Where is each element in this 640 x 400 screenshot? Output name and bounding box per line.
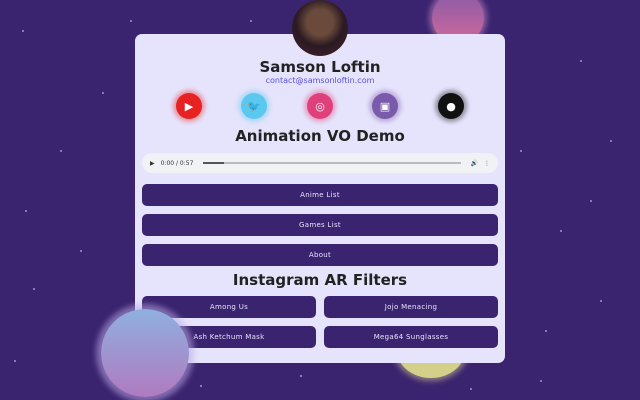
star: [610, 140, 612, 142]
star: [545, 330, 547, 332]
star: [590, 200, 592, 202]
star: [60, 150, 62, 152]
filter-button[interactable]: Mega64 Sunglasses: [324, 326, 498, 348]
filters-heading: Instagram AR Filters: [232, 271, 408, 289]
star: [600, 300, 602, 302]
star: [200, 385, 202, 387]
email-link[interactable]: contact@samsonloftin.com: [135, 76, 505, 85]
audio-time: 0:00 / 0:57: [160, 159, 194, 167]
star: [580, 60, 582, 62]
volume-icon[interactable]: 🔊: [471, 160, 478, 167]
avatar: [292, 0, 348, 56]
star: [470, 388, 472, 390]
play-icon[interactable]: ▶: [150, 160, 155, 167]
star: [102, 92, 104, 94]
about-button[interactable]: About: [142, 244, 498, 266]
more-options-icon[interactable]: ⋮: [484, 160, 490, 167]
twitter-icon[interactable]: 🐦: [241, 93, 267, 119]
filter-button[interactable]: Jojo Menacing: [324, 296, 498, 318]
twitch-icon[interactable]: ▣: [372, 93, 398, 119]
github-icon[interactable]: ●: [438, 93, 464, 119]
star: [130, 20, 132, 22]
games-list-button[interactable]: Games List: [142, 214, 498, 236]
anime-list-button[interactable]: Anime List: [142, 184, 498, 206]
star: [80, 250, 82, 252]
star: [560, 230, 562, 232]
star: [300, 375, 302, 377]
audio-seek-bar[interactable]: [203, 162, 461, 164]
profile-card: Samson Loftin contact@samsonloftin.com ▶…: [135, 34, 505, 363]
star: [33, 288, 35, 290]
star: [520, 150, 522, 152]
youtube-icon[interactable]: ▶: [176, 93, 202, 119]
star: [22, 30, 24, 32]
star: [25, 210, 27, 212]
instagram-icon[interactable]: ◎: [307, 93, 333, 119]
star: [540, 380, 542, 382]
star: [250, 20, 252, 22]
profile-name: Samson Loftin: [259, 58, 381, 76]
demo-heading: Animation VO Demo: [235, 127, 405, 145]
audio-player[interactable]: ▶ 0:00 / 0:57 🔊 ⋮: [142, 153, 498, 173]
decorative-orb: [101, 309, 189, 397]
star: [14, 360, 16, 362]
